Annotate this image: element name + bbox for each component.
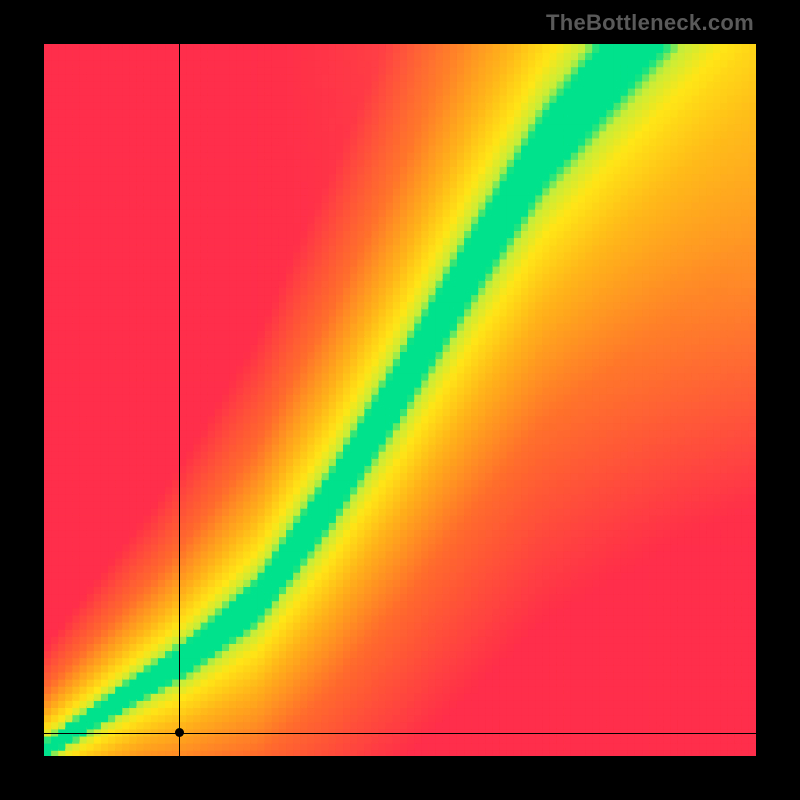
watermark-text: TheBottleneck.com [546, 10, 754, 36]
crosshair-marker-dot [175, 728, 184, 737]
crosshair-vertical [179, 44, 180, 756]
crosshair-horizontal [44, 733, 756, 734]
heatmap-plot [44, 44, 756, 756]
chart-frame: TheBottleneck.com [0, 0, 800, 800]
heatmap-canvas [44, 44, 756, 756]
